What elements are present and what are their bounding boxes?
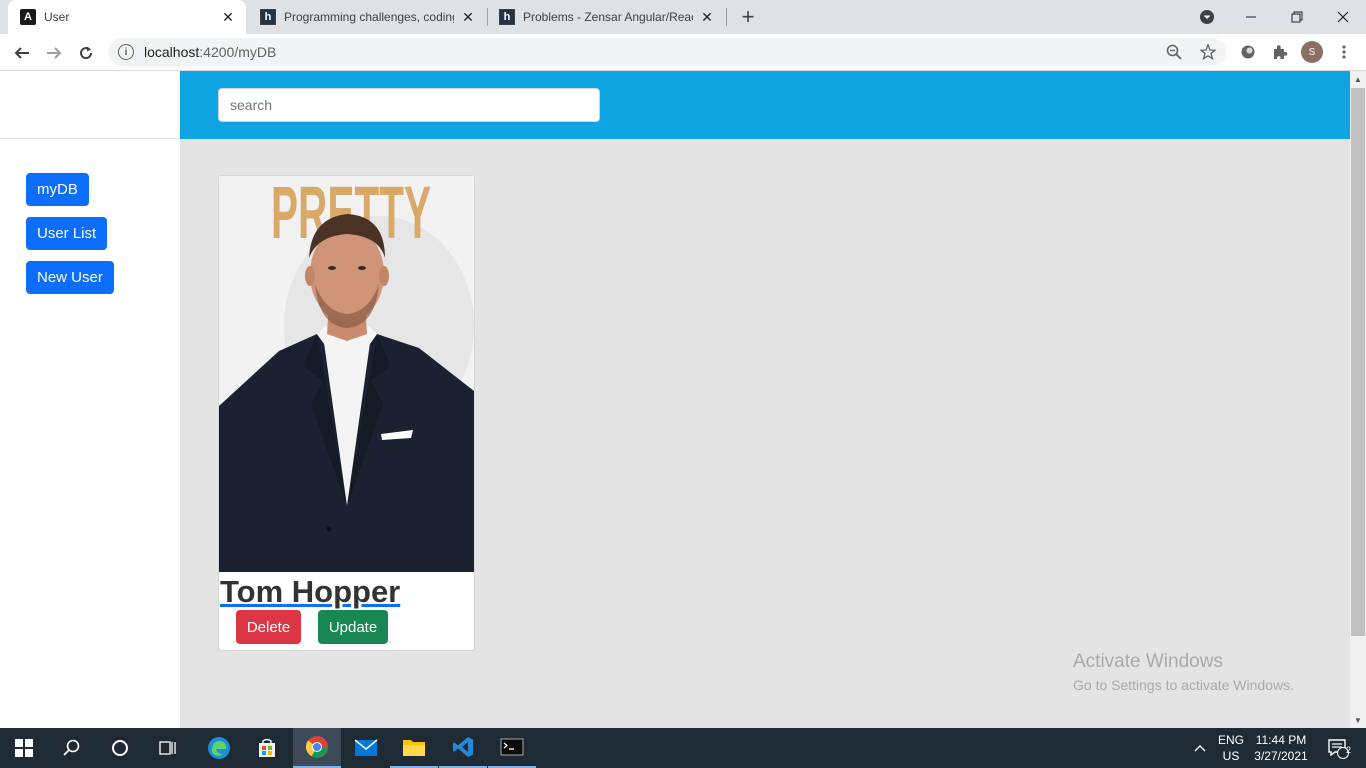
watermark-title: Activate Windows xyxy=(1073,651,1223,672)
reload-button[interactable] xyxy=(72,39,100,67)
clock[interactable]: 11:44 PM 3/27/2021 xyxy=(1250,732,1312,764)
chrome-icon xyxy=(305,736,328,758)
nav-user-list-button[interactable]: User List xyxy=(26,217,108,250)
language-code: ENG xyxy=(1217,733,1244,747)
watermark-subtitle: Go to Settings to activate Windows. xyxy=(1073,677,1294,693)
taskbar-store[interactable] xyxy=(243,728,291,768)
minimize-icon xyxy=(1246,16,1256,18)
activate-windows-watermark: Activate Windows Go to Settings to activ… xyxy=(1073,651,1294,693)
task-view-icon xyxy=(159,741,176,755)
delete-button[interactable]: Delete xyxy=(236,610,301,644)
url-path: :4200/myDB xyxy=(199,44,277,60)
minimize-button[interactable] xyxy=(1228,0,1274,34)
info-icon[interactable]: i xyxy=(118,44,134,60)
chevron-circle-icon xyxy=(1200,10,1214,24)
taskbar-terminal[interactable] xyxy=(488,728,536,768)
tab-search-button[interactable] xyxy=(1184,0,1230,34)
region-code: US xyxy=(1222,749,1240,763)
clock-date: 3/27/2021 xyxy=(1254,749,1308,763)
browser-toolbar: i localhost:4200/myDB S xyxy=(0,34,1366,71)
update-button[interactable]: Update xyxy=(318,610,388,644)
taskbar-mail[interactable] xyxy=(342,728,390,768)
tab-problems-zensar[interactable]: h Problems - Zensar Angular/React ✕ xyxy=(487,0,725,34)
store-icon xyxy=(259,738,275,757)
chevron-up-icon xyxy=(1194,744,1206,752)
browser-tab-strip: A User ✕ h Programming challenges, codin… xyxy=(0,0,1366,34)
notification-count: 2 xyxy=(1346,745,1352,755)
scrollbar-thumb[interactable] xyxy=(1351,88,1365,636)
tab-programming-challenges[interactable]: h Programming challenges, coding ✕ xyxy=(248,0,486,34)
close-tab-icon[interactable]: ✕ xyxy=(699,9,715,25)
hackerrank-icon: h xyxy=(499,9,515,25)
close-window-button[interactable] xyxy=(1320,0,1366,34)
task-view-button[interactable] xyxy=(144,728,192,768)
user-name[interactable]: Tom Hopper xyxy=(220,574,400,610)
address-bar[interactable]: i localhost:4200/myDB xyxy=(108,38,1226,66)
close-tab-icon[interactable]: ✕ xyxy=(460,9,476,25)
input-language[interactable]: ENG US xyxy=(1214,732,1248,764)
sidebar-header xyxy=(0,71,180,139)
cortana-circle-icon xyxy=(112,740,128,756)
search-icon xyxy=(63,739,80,756)
nav-mydb-button[interactable]: myDB xyxy=(26,173,89,206)
user-photo: PRETTY xyxy=(219,176,474,572)
mail-icon xyxy=(354,739,378,756)
user-portrait-image: PRETTY xyxy=(219,176,474,572)
windows-taskbar: ENG US 11:44 PM 3/27/2021 2 xyxy=(0,728,1366,768)
tab-divider xyxy=(726,8,727,26)
page-viewport: myDB User List New User search PRETTY xyxy=(0,71,1350,728)
extensions-puzzle-icon[interactable] xyxy=(1270,42,1290,62)
zoom-icon[interactable] xyxy=(1164,42,1184,62)
tab-title: Problems - Zensar Angular/React xyxy=(523,10,693,24)
angular-icon: A xyxy=(20,9,36,25)
profile-avatar[interactable]: S xyxy=(1301,41,1323,63)
new-tab-button[interactable]: + xyxy=(736,4,760,29)
back-button[interactable] xyxy=(8,39,36,67)
user-card: PRETTY xyxy=(218,175,475,651)
arrow-left-icon xyxy=(14,47,29,59)
cortana-button[interactable] xyxy=(96,728,144,768)
tab-title: User xyxy=(44,10,70,24)
more-menu-icon[interactable] xyxy=(1334,42,1354,62)
folder-icon xyxy=(403,740,425,756)
restore-button[interactable] xyxy=(1274,0,1320,34)
bookmark-star-icon[interactable] xyxy=(1198,42,1218,62)
taskbar-edge[interactable] xyxy=(195,728,243,768)
show-hidden-icons[interactable] xyxy=(1188,728,1212,768)
close-tab-icon[interactable]: ✕ xyxy=(220,9,236,25)
restore-icon xyxy=(1291,11,1303,23)
page-scrollbar[interactable]: ▲ ▼ xyxy=(1350,71,1366,728)
edge-icon xyxy=(208,737,230,759)
app-header: search xyxy=(180,71,1350,139)
taskbar-vscode[interactable] xyxy=(439,728,487,768)
terminal-icon xyxy=(500,738,524,756)
scroll-up-icon[interactable]: ▲ xyxy=(1350,71,1366,87)
extension-circle-icon[interactable] xyxy=(1238,42,1258,62)
reload-icon xyxy=(80,46,93,60)
scroll-down-icon[interactable]: ▼ xyxy=(1350,712,1366,728)
search-button[interactable] xyxy=(48,728,96,768)
hackerrank-icon: h xyxy=(260,9,276,25)
sidebar: myDB User List New User xyxy=(0,71,180,728)
tab-title: Programming challenges, coding xyxy=(284,10,454,24)
search-input[interactable]: search xyxy=(218,88,600,122)
clock-time: 11:44 PM xyxy=(1255,733,1307,747)
url-text: localhost:4200/myDB xyxy=(144,44,276,60)
windows-logo-icon xyxy=(15,739,33,757)
close-icon xyxy=(1337,11,1349,23)
tab-user[interactable]: A User ✕ xyxy=(8,0,246,34)
action-center-button[interactable]: 2 xyxy=(1314,728,1362,768)
arrow-right-icon xyxy=(47,47,62,59)
vscode-icon xyxy=(453,737,473,757)
nav-new-user-button[interactable]: New User xyxy=(26,261,114,294)
forward-button[interactable] xyxy=(40,39,68,67)
taskbar-chrome[interactable] xyxy=(293,728,341,768)
start-button[interactable] xyxy=(0,728,48,768)
taskbar-file-explorer[interactable] xyxy=(390,728,438,768)
url-host: localhost xyxy=(144,44,200,60)
